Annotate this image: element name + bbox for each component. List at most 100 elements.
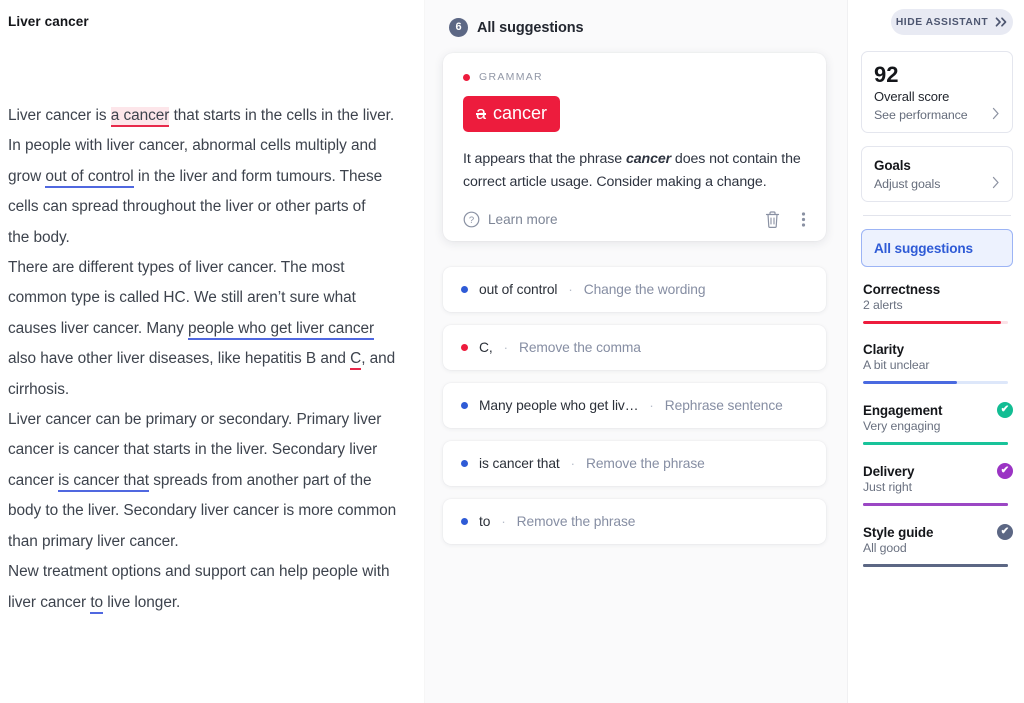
adjust-goals-link: Adjust goals bbox=[874, 176, 941, 191]
assistant-pane: HIDE ASSISTANT 92 Overall score See perf… bbox=[848, 0, 1024, 703]
double-chevron-right-icon bbox=[995, 17, 1008, 27]
metric-item[interactable]: Style guide ✔ All good bbox=[861, 524, 1013, 568]
suggestion-row[interactable]: out of control · Change the wording bbox=[443, 267, 826, 312]
metric-progress-fill bbox=[863, 564, 1008, 568]
suggestion-row[interactable]: Many people who get liv… · Rephrase senten… bbox=[443, 383, 826, 428]
check-circle-icon: ✔ bbox=[997, 402, 1013, 419]
metric-header: Engagement ✔ bbox=[863, 402, 1013, 419]
suggestion-card-expanded[interactable]: GRAMMAR a cancer It appears that the phr… bbox=[443, 53, 826, 241]
underlined-suggestion-text[interactable]: is cancer that bbox=[58, 471, 149, 492]
metric-progress-bar bbox=[863, 442, 1008, 446]
metric-progress-fill bbox=[863, 503, 1008, 507]
description-pre: It appears that the phrase bbox=[463, 151, 626, 167]
metric-status: All good bbox=[863, 541, 907, 556]
chevron-right-icon bbox=[992, 107, 1000, 122]
suggestion-card-actions bbox=[764, 210, 806, 229]
document-paragraph: Liver cancer is a cancer that starts in … bbox=[8, 101, 397, 223]
metric-status: Just right bbox=[863, 480, 912, 495]
trash-icon[interactable] bbox=[764, 210, 781, 229]
metric-header: Clarity bbox=[863, 342, 1013, 357]
see-performance-row[interactable]: See performance bbox=[874, 107, 1000, 122]
goals-title: Goals bbox=[874, 158, 911, 174]
all-suggestions-button[interactable]: All suggestions bbox=[861, 229, 1013, 268]
suggestion-row[interactable]: to · Remove the phrase bbox=[443, 499, 826, 544]
metric-progress-bar bbox=[863, 381, 1008, 385]
more-options-icon[interactable] bbox=[801, 210, 806, 229]
plain-text: the body. bbox=[8, 228, 70, 246]
plain-text: also have other liver diseases, like hep… bbox=[8, 350, 351, 368]
suggestion-row[interactable]: is cancer that · Remove the phrase bbox=[443, 441, 826, 486]
document-paragraph: New treatment options and support can he… bbox=[8, 557, 397, 618]
metric-name: Correctness bbox=[863, 282, 941, 298]
adjust-goals-row[interactable]: Adjust goals bbox=[874, 176, 1000, 191]
suggestion-row-action: Remove the phrase bbox=[516, 514, 636, 529]
document-paragraph: the body. bbox=[8, 223, 397, 253]
document-paragraph: There are different types of liver cance… bbox=[8, 253, 397, 405]
suggestion-row-separator: · bbox=[501, 514, 506, 529]
metric-progress-bar bbox=[863, 564, 1008, 568]
metric-progress-bar bbox=[863, 321, 1008, 325]
suggestion-type-dot-icon bbox=[461, 402, 468, 409]
plain-text: New treatment options and support can he… bbox=[8, 563, 390, 611]
assistant-divider bbox=[863, 215, 1011, 217]
metric-status: A bit unclear bbox=[863, 358, 930, 373]
goals-card[interactable]: Goals Adjust goals bbox=[861, 146, 1013, 203]
metric-item[interactable]: Clarity A bit unclear bbox=[861, 342, 1013, 385]
underlined-suggestion-text[interactable]: C bbox=[350, 350, 361, 371]
metric-name: Clarity bbox=[863, 342, 904, 358]
overall-score-value: 92 bbox=[874, 62, 899, 87]
underlined-suggestion-text[interactable]: to bbox=[90, 593, 103, 614]
suggestion-type-dot-icon bbox=[461, 518, 468, 525]
chip-word: cancer bbox=[493, 103, 548, 123]
highlighted-error-text[interactable]: a cancer bbox=[110, 107, 169, 127]
suggestion-row-text: C, bbox=[479, 340, 493, 355]
plain-text: Liver cancer is bbox=[8, 107, 111, 124]
metric-progress-fill bbox=[863, 442, 1008, 446]
suggestion-row-separator: · bbox=[503, 340, 508, 355]
suggestion-row-text: to bbox=[479, 514, 491, 529]
underlined-suggestion-text[interactable]: out of control bbox=[45, 167, 134, 188]
chip-struck-word: a bbox=[476, 103, 487, 123]
metric-name: Delivery bbox=[863, 463, 915, 479]
metric-status: Very engaging bbox=[863, 419, 941, 434]
suggestion-row-separator: · bbox=[649, 398, 654, 413]
svg-text:?: ? bbox=[469, 215, 474, 226]
suggestion-row-text: out of control bbox=[479, 282, 558, 297]
metric-status: 2 alerts bbox=[863, 298, 903, 313]
suggestions-header-title: All suggestions bbox=[477, 19, 584, 36]
document-body[interactable]: Liver cancer is a cancer that starts in … bbox=[6, 101, 397, 618]
overall-score-label: Overall score bbox=[874, 89, 950, 105]
suggestion-rows-list: out of control · Change the wording C, · Remo… bbox=[437, 267, 832, 544]
suggestion-chip[interactable]: a cancer bbox=[463, 96, 561, 132]
suggestion-row-action: Change the wording bbox=[583, 282, 706, 297]
learn-more-button[interactable]: ? Learn more bbox=[463, 211, 558, 228]
suggestion-category: GRAMMAR bbox=[463, 71, 806, 83]
hide-assistant-button[interactable]: HIDE ASSISTANT bbox=[891, 9, 1013, 35]
metric-name: Style guide bbox=[863, 524, 934, 540]
metric-name: Engagement bbox=[863, 402, 943, 418]
overall-score-card[interactable]: 92 Overall score See performance bbox=[861, 51, 1013, 134]
grammar-assistant-app: Liver cancer Liver cancer is a cancer th… bbox=[0, 0, 1024, 703]
suggestion-row-action: Rephrase sentence bbox=[664, 398, 783, 413]
document-editor-pane: Liver cancer Liver cancer is a cancer th… bbox=[0, 0, 425, 703]
suggestion-type-dot-icon bbox=[461, 286, 468, 293]
metric-progress-fill bbox=[863, 381, 958, 385]
plain-text: live longer. bbox=[103, 593, 181, 611]
underlined-suggestion-text[interactable]: people who get liver cancer bbox=[188, 319, 374, 340]
metric-item[interactable]: Engagement ✔ Very engaging bbox=[861, 402, 1013, 446]
metric-header: Delivery ✔ bbox=[863, 463, 1013, 480]
check-circle-icon: ✔ bbox=[997, 463, 1013, 480]
suggestion-row-text: is cancer that bbox=[479, 456, 560, 471]
hide-assistant-label: HIDE ASSISTANT bbox=[895, 16, 989, 28]
document-paragraph: cancer is cancer that spreads from anoth… bbox=[8, 466, 397, 557]
metric-item[interactable]: Delivery ✔ Just right bbox=[861, 463, 1013, 507]
suggestion-row-text: Many people who get liv… bbox=[479, 398, 639, 413]
metric-progress-fill bbox=[863, 321, 1001, 325]
metric-item[interactable]: Correctness 2 alerts bbox=[861, 282, 1013, 325]
category-dot-icon bbox=[463, 73, 470, 81]
suggestion-row[interactable]: C, · Remove the comma bbox=[443, 325, 826, 370]
suggestion-description: It appears that the phrase cancer does n… bbox=[463, 148, 806, 194]
suggestion-row-separator: · bbox=[570, 456, 575, 471]
category-label: GRAMMAR bbox=[479, 71, 543, 83]
plain-text: cancer bbox=[8, 471, 59, 489]
